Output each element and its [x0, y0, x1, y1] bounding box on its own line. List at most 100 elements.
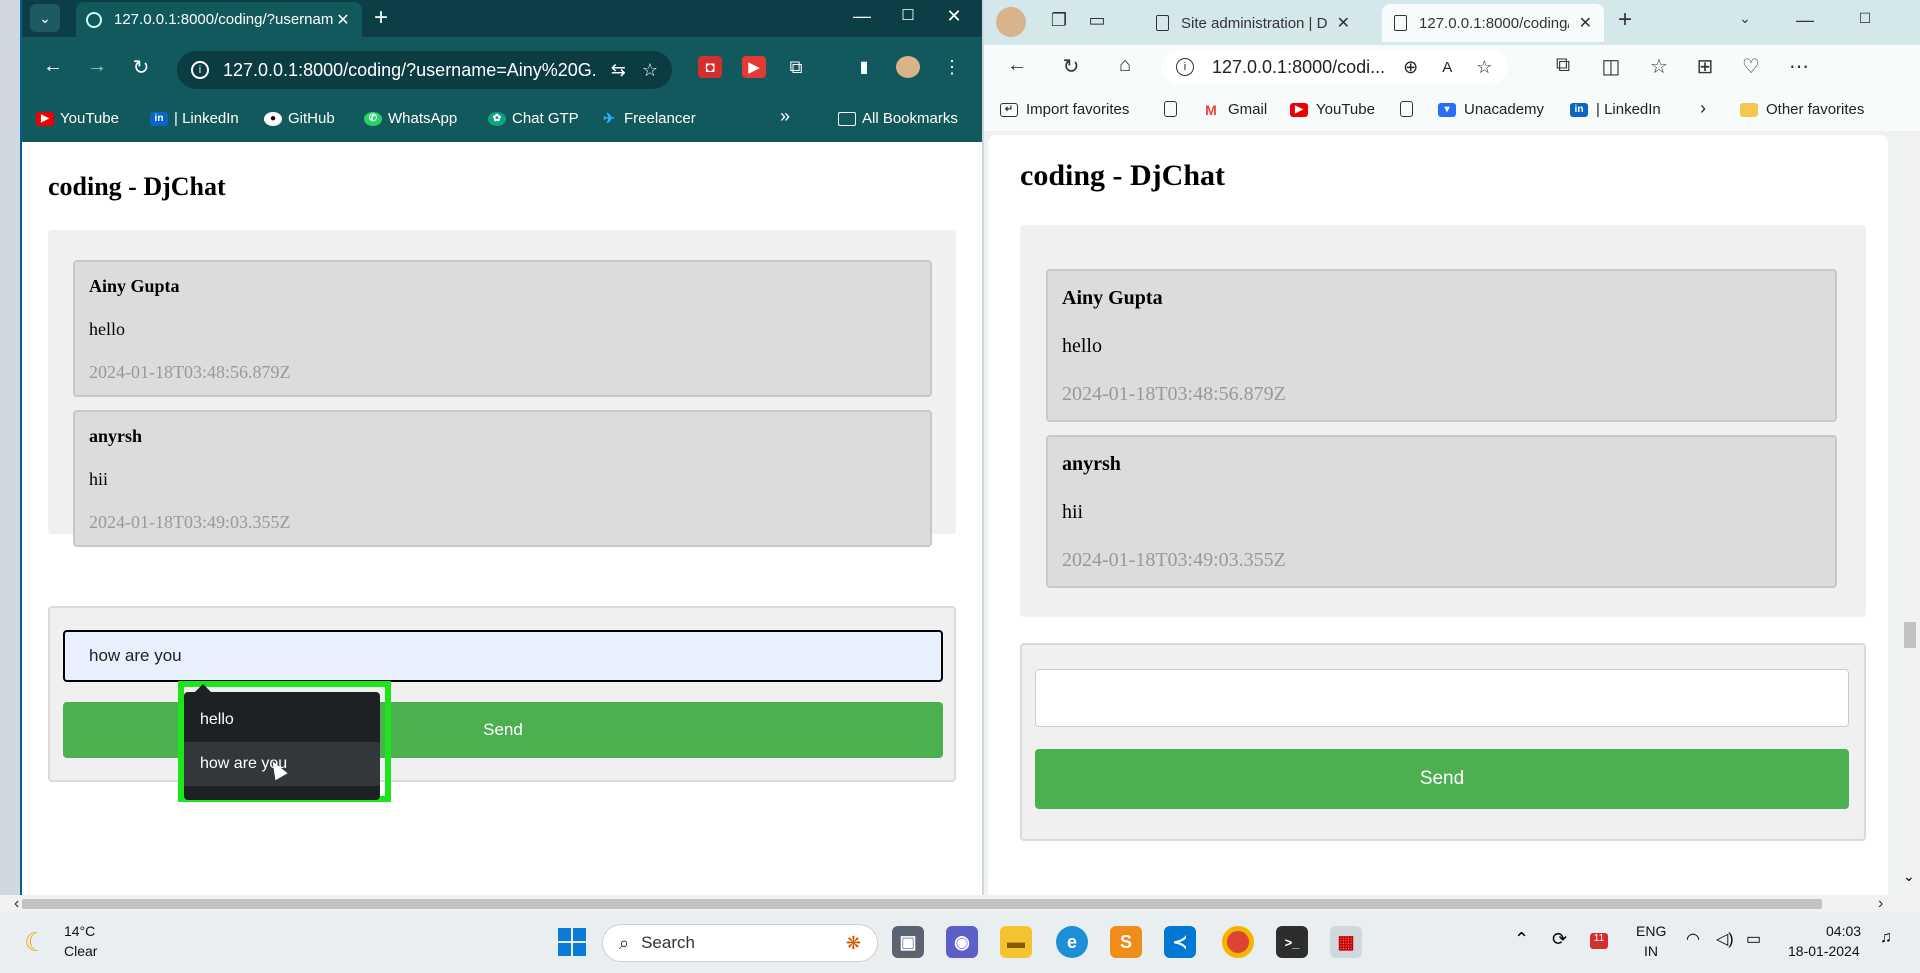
edge-browser-icon[interactable]: e — [1056, 926, 1088, 958]
new-tab-button[interactable]: + — [1612, 6, 1638, 33]
minimize-icon[interactable]: — — [1792, 10, 1818, 34]
horizontal-scrollbar[interactable]: ‹ › — [0, 895, 1920, 913]
bookmark-linkedin[interactable]: in | LinkedIn — [150, 110, 239, 127]
clock-date[interactable]: 18-01-2024 — [1788, 943, 1860, 959]
bookmark-whatsapp[interactable]: ✆ WhatsApp — [364, 110, 457, 127]
bookmark-github[interactable]: ● GitHub — [264, 110, 335, 127]
teams-chat-icon[interactable]: ◉ — [946, 926, 978, 958]
region-indicator[interactable]: IN — [1644, 943, 1658, 959]
new-tab-button[interactable]: + — [374, 4, 388, 32]
volume-icon[interactable]: ◁) — [1716, 929, 1734, 949]
edge-address-bar[interactable]: i 127.0.0.1:8000/codi... ⊕ A ☆ — [1162, 50, 1508, 84]
scroll-right-icon[interactable]: › — [1878, 895, 1883, 913]
site-info-icon[interactable]: i — [191, 61, 209, 79]
bookmark-freelancer[interactable]: ✈ Freelancer — [600, 110, 696, 127]
scroll-left-icon[interactable]: ‹ — [14, 895, 19, 913]
zoom-icon[interactable]: ⊕ — [1403, 57, 1418, 78]
chrome-tab-active[interactable]: 127.0.0.1:8000/coding/?usernam ✕ — [76, 2, 362, 37]
vscode-icon[interactable]: ≺ — [1164, 926, 1196, 958]
back-icon[interactable]: ← — [1002, 54, 1032, 77]
minimize-icon[interactable]: — — [842, 6, 882, 27]
chrome-menu-icon[interactable]: ⋮ — [940, 56, 964, 78]
media-extension-icon[interactable]: ▶ — [742, 56, 766, 78]
reload-icon[interactable]: ↻ — [1056, 54, 1086, 79]
bookmark-youtube[interactable]: ▶ YouTube — [36, 110, 119, 127]
close-tab-icon[interactable]: ✕ — [334, 10, 352, 30]
tab-actions-icon[interactable]: ▭ — [1084, 10, 1110, 34]
profile-avatar[interactable] — [996, 7, 1026, 37]
settings-more-icon[interactable]: ⋯ — [1784, 54, 1814, 79]
linkedin-icon: in — [150, 111, 168, 126]
read-aloud-icon[interactable]: A — [1442, 59, 1452, 76]
bookmarks-overflow-button[interactable]: » — [780, 106, 790, 127]
weather-condition[interactable]: Clear — [64, 943, 97, 959]
message-input[interactable] — [1035, 669, 1849, 727]
favorites-overflow-chevron-icon[interactable]: › — [1700, 98, 1706, 119]
show-hidden-icons-chevron[interactable]: ⌃ — [1514, 929, 1529, 950]
favorite-blank-page-2[interactable] — [1400, 101, 1421, 117]
favorite-blank-page[interactable] — [1164, 101, 1185, 117]
extensions-puzzle-icon[interactable]: ⧉ — [784, 56, 808, 78]
maximize-icon[interactable]: ☐ — [1852, 10, 1878, 34]
language-indicator[interactable]: ENG — [1636, 923, 1666, 939]
task-view-icon[interactable]: ▣ — [892, 926, 924, 958]
edge-tab-active[interactable]: 127.0.0.1:8000/coding/? ✕ — [1382, 4, 1604, 42]
vertical-scroll-thumb[interactable] — [1904, 622, 1916, 648]
close-window-icon[interactable]: ✕ — [934, 6, 974, 27]
back-icon[interactable]: ← — [38, 55, 68, 78]
snipping-tool-icon[interactable]: ▦ — [1330, 926, 1362, 958]
battery-icon[interactable]: ▭ — [1746, 929, 1761, 949]
browser-essentials-icon[interactable]: ♡ — [1736, 54, 1766, 79]
send-button[interactable]: Send — [1035, 749, 1849, 809]
horizontal-scroll-thumb[interactable] — [22, 899, 1822, 909]
favorites-icon[interactable]: ☆ — [1644, 54, 1674, 79]
taskbar-search[interactable]: ⌕ Search ❋ — [602, 924, 878, 962]
forward-icon[interactable]: → — [82, 55, 112, 78]
vertical-scrollbar[interactable]: ⌄ — [1900, 135, 1920, 895]
favorite-youtube[interactable]: ▶ YouTube — [1290, 101, 1375, 118]
chrome-address-bar[interactable]: i 127.0.0.1:8000/coding/?username=Ainy%2… — [177, 51, 672, 89]
sublime-text-icon[interactable]: S — [1110, 926, 1142, 958]
message-input[interactable]: how are you — [63, 630, 943, 682]
reload-icon[interactable]: ↻ — [126, 55, 156, 80]
close-tab-icon[interactable]: ✕ — [1579, 13, 1592, 33]
pocket-extension-icon[interactable]: ◘ — [698, 56, 722, 78]
weather-temperature[interactable]: 14°C — [64, 923, 95, 939]
favorite-linkedin[interactable]: in | LinkedIn — [1570, 101, 1661, 118]
close-tab-icon[interactable]: ✕ — [1337, 13, 1350, 33]
collections-icon[interactable]: ⊞ — [1690, 54, 1720, 79]
file-explorer-icon[interactable]: ▬ — [1000, 926, 1032, 958]
favorite-star-icon[interactable]: ☆ — [1476, 57, 1492, 78]
favorite-unacademy[interactable]: ▾ Unacademy — [1438, 101, 1544, 118]
favorite-import[interactable]: ↵ Import favorites — [1000, 101, 1129, 118]
notification-badge[interactable]: 11 — [1590, 933, 1608, 949]
edge-tab[interactable]: Site administration | Dja ✕ — [1144, 4, 1362, 42]
bookmark-star-icon[interactable]: ☆ — [642, 60, 658, 81]
split-screen-icon[interactable]: ◫ — [1596, 54, 1626, 79]
favorite-gmail[interactable]: M Gmail — [1202, 101, 1267, 118]
scroll-down-chevron-icon[interactable]: ⌄ — [1903, 868, 1915, 885]
wifi-icon[interactable]: ◠ — [1686, 929, 1700, 949]
other-favorites[interactable]: Other favorites — [1740, 101, 1864, 118]
maximize-icon[interactable]: ☐ — [888, 6, 928, 24]
autocomplete-item[interactable]: hello — [184, 698, 380, 742]
sync-icon[interactable]: ⟳ — [1552, 929, 1567, 950]
clock-time[interactable]: 04:03 — [1826, 923, 1861, 939]
notification-bell-icon[interactable]: ♫ — [1880, 929, 1892, 947]
side-panel-icon[interactable]: ▮ — [852, 56, 876, 78]
chrome-browser-icon[interactable] — [1222, 926, 1254, 958]
workspaces-icon[interactable]: ❐ — [1046, 10, 1072, 34]
youtube-icon: ▶ — [36, 111, 54, 126]
tab-search-chevron-icon[interactable]: ⌄ — [30, 4, 60, 32]
translate-icon[interactable]: ⇆ — [611, 60, 626, 81]
site-info-icon[interactable]: i — [1176, 58, 1194, 76]
bookmark-label: Freelancer — [624, 110, 696, 127]
bookmark-chatgpt[interactable]: ✿ Chat GTP — [488, 110, 579, 127]
windows-start-icon[interactable] — [556, 926, 588, 958]
all-bookmarks-button[interactable]: All Bookmarks — [838, 110, 958, 127]
home-icon[interactable]: ⌂ — [1110, 54, 1140, 77]
profile-avatar[interactable] — [896, 56, 920, 78]
extensions-icon[interactable]: ⧉ — [1548, 54, 1578, 77]
tab-list-chevron-icon[interactable]: ⌄ — [1732, 10, 1758, 34]
terminal-icon[interactable]: >_ — [1276, 926, 1308, 958]
